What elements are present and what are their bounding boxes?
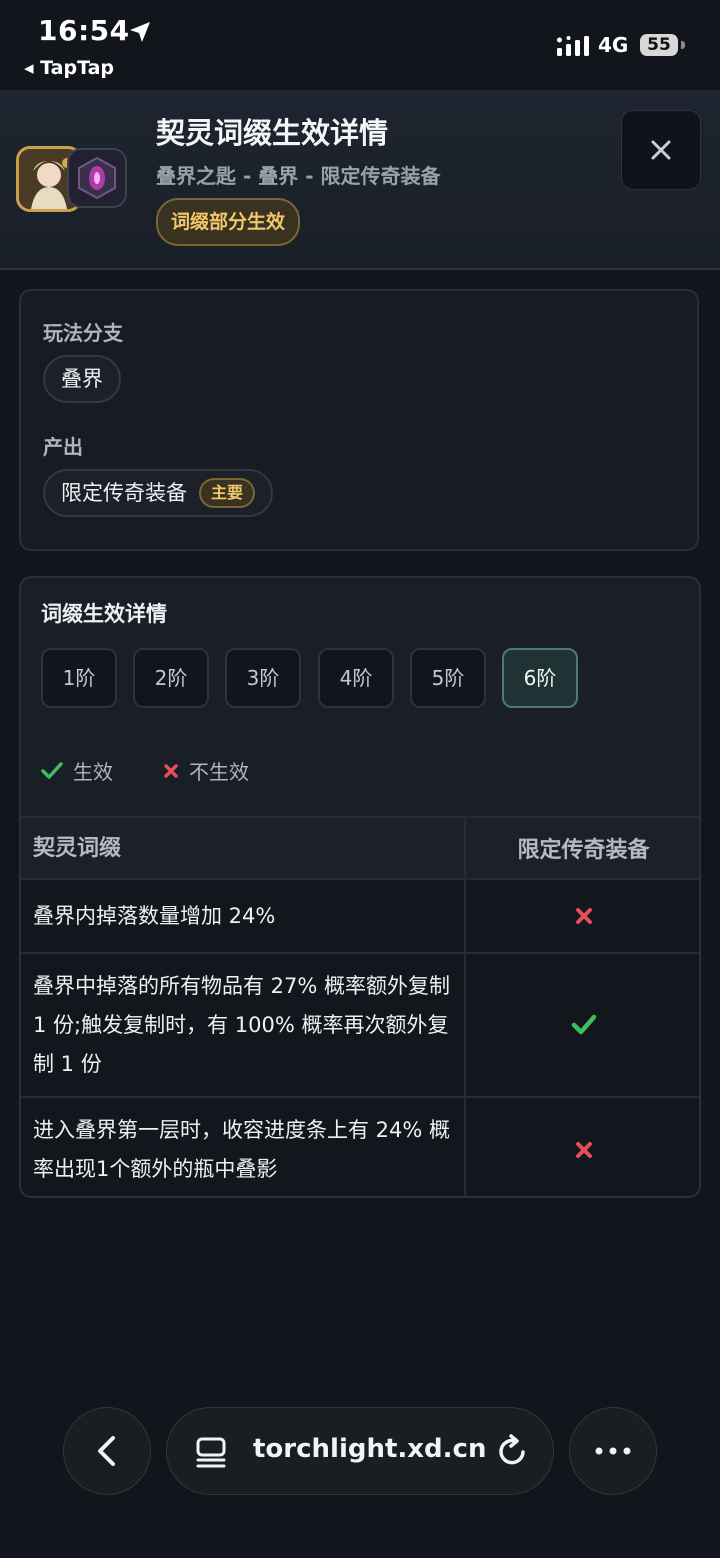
battery-cap [681, 41, 685, 49]
page-menu-icon [196, 1437, 226, 1468]
output-label: 产出 [43, 435, 83, 459]
cross-icon [164, 763, 178, 778]
tier-4-button[interactable]: 4阶 [318, 648, 394, 708]
details-title: 词缀生效详情 [41, 602, 167, 626]
address-bar[interactable]: torchlight.xd.cn [166, 1407, 554, 1495]
legend-not-effective: 不生效 [163, 756, 249, 785]
network-type: 4G [598, 33, 629, 57]
browser-back-button[interactable] [63, 1407, 151, 1495]
output-value: 限定传奇装备 [61, 481, 187, 505]
affix-details-card: 词缀生效详情 1阶 2阶 3阶 4阶 5阶 6阶 生效 不生效 契灵词缀 限定传… [19, 576, 701, 1198]
check-icon [571, 1014, 596, 1035]
url-text: torchlight.xd.cn [253, 1434, 487, 1464]
page-title: 契灵词缀生效详情 [156, 116, 389, 150]
branch-label: 玩法分支 [43, 321, 123, 345]
cross-icon [575, 908, 592, 924]
cross-icon [575, 1142, 592, 1158]
more-dots-icon [595, 1447, 631, 1455]
dimension-key-icon [67, 148, 127, 208]
column-header-equipment: 限定传奇装备 [517, 838, 650, 863]
tier-6-button[interactable]: 6阶 [502, 648, 578, 708]
legend-not-effective-label: 不生效 [189, 760, 249, 784]
tier-3-button[interactable]: 3阶 [225, 648, 301, 708]
chevron-left-icon [98, 1436, 115, 1466]
affix-text: 进入叠界第一层时，收容进度条上有 24% 概率出现1个额外的瓶中叠影 [21, 1098, 466, 1196]
main-tag: 主要 [199, 478, 256, 508]
overview-card: 玩法分支 叠界 产出 限定传奇装备 主要 [19, 289, 699, 551]
tier-1-button[interactable]: 1阶 [41, 648, 117, 708]
page-header: 契灵词缀生效详情 叠界之匙 - 叠界 - 限定传奇装备 词缀部分生效 [0, 90, 720, 270]
close-icon [651, 140, 671, 160]
more-options-button[interactable] [569, 1407, 657, 1495]
table-row: 叠界内掉落数量增加 24% [21, 878, 699, 952]
battery-icon: 55 [640, 34, 678, 56]
branch-pill: 叠界 [43, 355, 121, 403]
affix-text: 叠界内掉落数量增加 24% [21, 880, 466, 952]
status-cell [466, 880, 699, 952]
status-time: 16:54 [38, 14, 130, 47]
table-header-row: 契灵词缀 限定传奇装备 [21, 816, 699, 878]
affix-text: 叠界中掉落的所有物品有 27% 概率额外复制 1 份;触发复制时，有 100% … [21, 954, 466, 1096]
legend-effective: 生效 [41, 756, 113, 785]
column-header-affix: 契灵词缀 [21, 818, 466, 878]
back-to-app-link[interactable]: ◂ TapTap [24, 57, 114, 79]
reload-icon[interactable] [497, 1434, 529, 1468]
branch-value: 叠界 [61, 367, 103, 391]
status-bar: 16:54 ◂ TapTap 4G 55 [0, 0, 720, 90]
legend-effective-label: 生效 [73, 760, 113, 784]
affix-status-badge: 词缀部分生效 [156, 198, 301, 246]
close-button[interactable] [621, 110, 701, 190]
tier-2-button[interactable]: 2阶 [133, 648, 209, 708]
affix-table: 契灵词缀 限定传奇装备 叠界内掉落数量增加 24% 叠界中掉落的所有物品有 27… [21, 816, 699, 1196]
output-pill: 限定传奇装备 主要 [43, 469, 274, 517]
table-row: 进入叠界第一层时，收容进度条上有 24% 概率出现1个额外的瓶中叠影 [21, 1096, 699, 1196]
status-cell [466, 954, 699, 1096]
signal-icon [557, 36, 589, 56]
table-row: 叠界中掉落的所有物品有 27% 概率额外复制 1 份;触发复制时，有 100% … [21, 952, 699, 1096]
location-arrow-icon [130, 22, 150, 42]
tier-5-button[interactable]: 5阶 [410, 648, 486, 708]
check-icon [41, 761, 63, 779]
page-subtitle: 叠界之匙 - 叠界 - 限定传奇装备 [156, 164, 441, 188]
status-cell [466, 1098, 699, 1196]
